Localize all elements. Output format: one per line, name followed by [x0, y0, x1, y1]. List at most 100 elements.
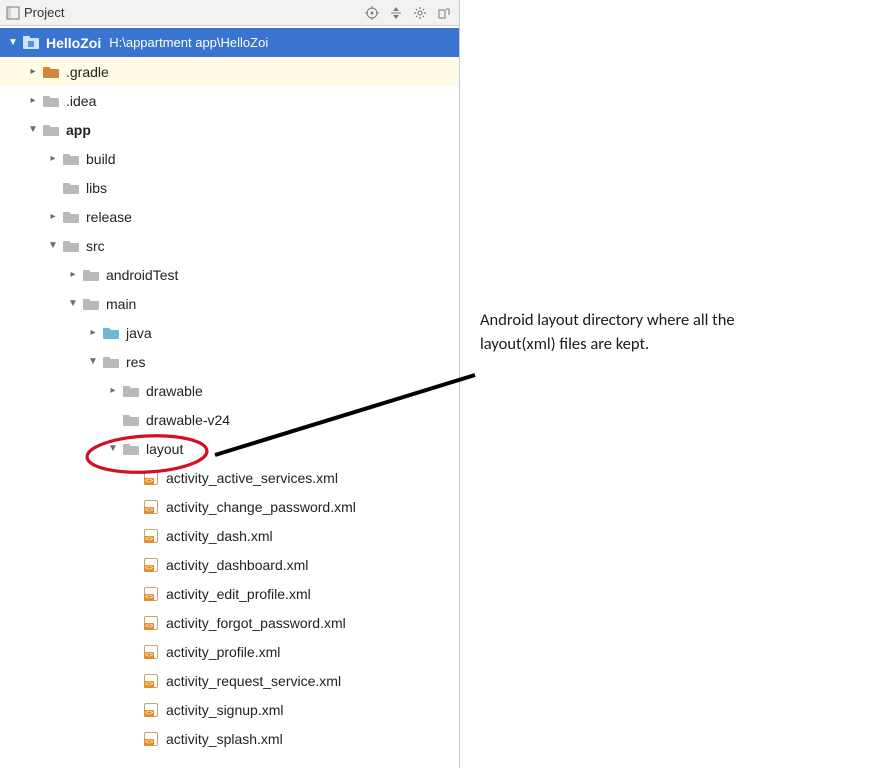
target-icon[interactable] [363, 4, 381, 22]
xml-file-icon [142, 673, 160, 689]
annotation-line1: Android layout directory where all the [480, 309, 850, 333]
annotation-line2: layout(xml) files are kept. [480, 333, 850, 357]
chevron-down-icon[interactable]: ▼ [106, 443, 120, 454]
tree-item-label: activity_profile.xml [166, 644, 280, 660]
chevron-right-icon[interactable]: ▸ [26, 66, 40, 77]
xml-file-icon [142, 499, 160, 515]
tree-item-label: res [126, 354, 145, 370]
folder-icon [102, 354, 120, 370]
tree-item-label: app [66, 122, 91, 138]
tree-item[interactable]: ▸drawable-v24 [0, 405, 459, 434]
gear-icon[interactable] [411, 4, 429, 22]
project-panel-icon [6, 6, 20, 20]
chevron-down-icon[interactable]: ▼ [26, 124, 40, 135]
tree-item[interactable]: ▸activity_signup.xml [0, 695, 459, 724]
tree-item[interactable]: ▼ main [0, 289, 459, 318]
tree-item-label: activity_change_password.xml [166, 499, 356, 515]
tree-item-label: .idea [66, 93, 96, 109]
tree-item-label: release [86, 209, 132, 225]
panel-header: Project [0, 0, 459, 26]
folder-icon [82, 267, 100, 283]
tree-item[interactable]: ▸.gradle [0, 57, 459, 86]
tree-item[interactable]: ▸activity_dashboard.xml [0, 550, 459, 579]
folder-icon [42, 64, 60, 80]
xml-file-icon [142, 644, 160, 660]
chevron-down-icon[interactable]: ▼ [46, 240, 60, 251]
chevron-right-icon[interactable]: ▸ [106, 385, 120, 396]
chevron-right-icon[interactable]: ▸ [46, 211, 60, 222]
folder-icon [122, 383, 140, 399]
tree-item[interactable]: ▼ res [0, 347, 459, 376]
tree-root[interactable]: ▼ HelloZoi H:\appartment app\HelloZoi [0, 28, 459, 57]
tree-item[interactable]: ▸ .idea [0, 86, 459, 115]
folder-icon [62, 238, 80, 254]
tree-item-label: activity_forgot_password.xml [166, 615, 346, 631]
tree-item-label: activity_request_service.xml [166, 673, 341, 689]
panel-toolbar [363, 4, 453, 22]
annotation-text: Android layout directory where all the l… [480, 309, 850, 357]
chevron-down-icon[interactable]: ▼ [6, 37, 20, 48]
chevron-right-icon[interactable]: ▸ [46, 153, 60, 164]
tree-item-label: activity_dashboard.xml [166, 557, 308, 573]
tree-item[interactable]: ▸activity_dash.xml [0, 521, 459, 550]
tree-item-label: layout [146, 441, 183, 457]
tree-item[interactable]: ▸ build [0, 144, 459, 173]
tree-item[interactable]: ▸ androidTest [0, 260, 459, 289]
chevron-down-icon[interactable]: ▼ [86, 356, 100, 367]
folder-icon [122, 441, 140, 457]
tree-item-label: activity_splash.xml [166, 731, 283, 747]
xml-file-icon [142, 470, 160, 486]
panel-title: Project [24, 5, 363, 20]
folder-icon [62, 151, 80, 167]
tree-item[interactable]: ▸libs [0, 173, 459, 202]
tree-item[interactable]: ▸activity_change_password.xml [0, 492, 459, 521]
folder-icon [122, 412, 140, 428]
tree-item[interactable]: ▼ src [0, 231, 459, 260]
tree-item-label: activity_signup.xml [166, 702, 284, 718]
tree-item[interactable]: ▸activity_active_services.xml [0, 463, 459, 492]
tree-item[interactable]: ▸ java [0, 318, 459, 347]
tree-item[interactable]: ▼ app [0, 115, 459, 144]
folder-icon [62, 180, 80, 196]
xml-file-icon [142, 586, 160, 602]
tree-item-label: main [106, 296, 136, 312]
chevron-down-icon[interactable]: ▼ [66, 298, 80, 309]
folder-icon [62, 209, 80, 225]
xml-file-icon [142, 731, 160, 747]
xml-file-icon [142, 557, 160, 573]
tree-item-label: build [86, 151, 116, 167]
project-panel: Project ▼ HelloZoi H:\appartment app\H [0, 0, 460, 768]
tree-item[interactable]: ▸ drawable [0, 376, 459, 405]
module-icon [22, 35, 40, 51]
tree-item[interactable]: ▸ release [0, 202, 459, 231]
collapse-icon[interactable] [387, 4, 405, 22]
tree-item-label: activity_edit_profile.xml [166, 586, 311, 602]
folder-icon [82, 296, 100, 312]
folder-icon [102, 325, 120, 341]
tree-item-label: libs [86, 180, 107, 196]
xml-file-icon [142, 615, 160, 631]
tree-item[interactable]: ▸activity_edit_profile.xml [0, 579, 459, 608]
tree-item-label: activity_active_services.xml [166, 470, 338, 486]
tree-item-label: src [86, 238, 105, 254]
chevron-right-icon[interactable]: ▸ [66, 269, 80, 280]
xml-file-icon [142, 702, 160, 718]
tree-item[interactable]: ▸activity_forgot_password.xml [0, 608, 459, 637]
xml-file-icon [142, 528, 160, 544]
tree-item-label: drawable-v24 [146, 412, 230, 428]
hide-icon[interactable] [435, 4, 453, 22]
tree-item[interactable]: ▸activity_splash.xml [0, 724, 459, 753]
tree-item[interactable]: ▼ layout [0, 434, 459, 463]
folder-icon [42, 93, 60, 109]
chevron-right-icon[interactable]: ▸ [86, 327, 100, 338]
tree-root-path: H:\appartment app\HelloZoi [109, 35, 268, 50]
tree-root-label: HelloZoi [46, 35, 101, 51]
tree-item-label: activity_dash.xml [166, 528, 273, 544]
tree-item[interactable]: ▸activity_request_service.xml [0, 666, 459, 695]
tree-item-label: java [126, 325, 152, 341]
tree-item-label: drawable [146, 383, 203, 399]
project-tree: ▼ HelloZoi H:\appartment app\HelloZoi ▸.… [0, 26, 459, 755]
tree-item[interactable]: ▸activity_profile.xml [0, 637, 459, 666]
tree-item-label: androidTest [106, 267, 178, 283]
chevron-right-icon[interactable]: ▸ [26, 95, 40, 106]
